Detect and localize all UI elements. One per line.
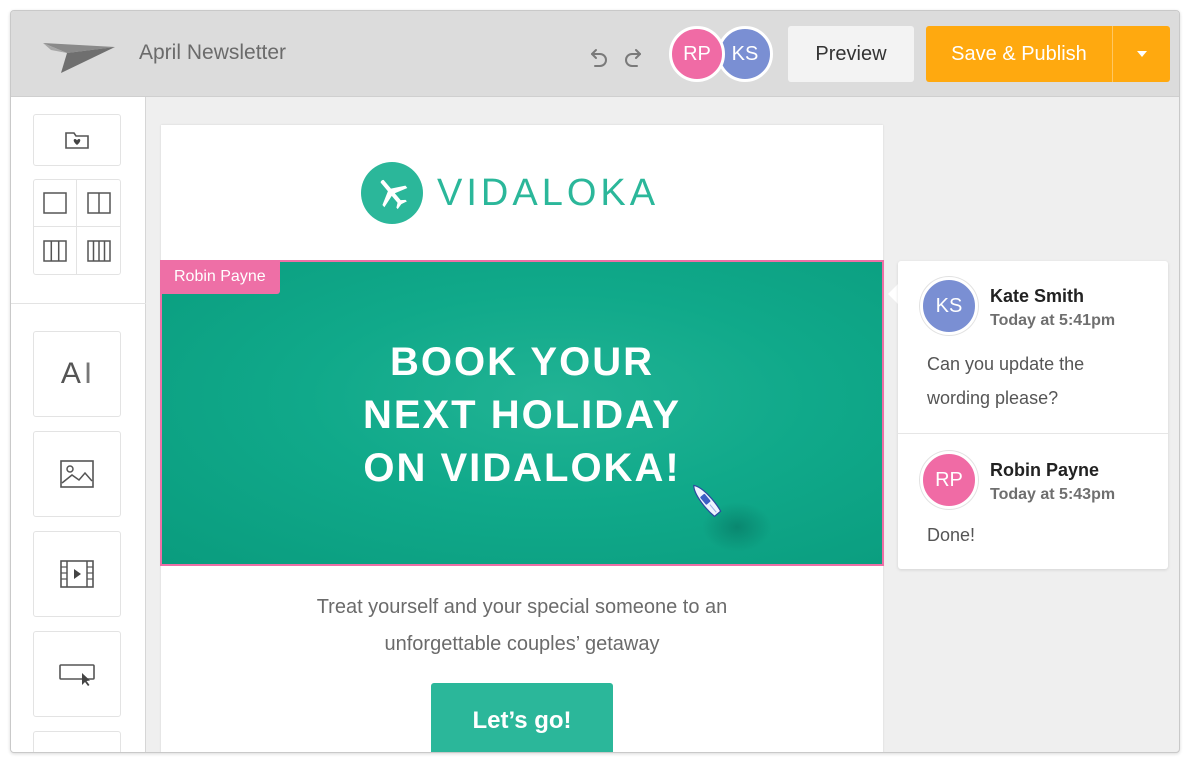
comment-text: Can you update the wording please? (927, 354, 1085, 408)
layout-picker (33, 179, 121, 275)
brand-header: VIDALOKA (361, 161, 659, 225)
saved-templates-tool[interactable] (33, 114, 121, 166)
paper-plane-logo-icon[interactable] (41, 31, 117, 75)
collaborator-avatar-ks[interactable]: KS (717, 26, 773, 82)
document-title[interactable]: April Newsletter (139, 41, 286, 65)
brand-logo[interactable] (361, 162, 423, 224)
undo-icon[interactable] (585, 45, 611, 71)
preview-button[interactable]: Preview (788, 26, 914, 82)
publish-options-button[interactable] (1112, 26, 1170, 82)
layout-4col-tool[interactable] (77, 227, 120, 274)
email-tagline[interactable]: Treat yourself and your special someone … (161, 589, 883, 663)
brand-name: VIDALOKA (437, 171, 660, 214)
layout-4col-icon (86, 239, 111, 262)
layout-3col-tool[interactable] (34, 227, 77, 274)
collaborator-avatar-rp[interactable]: RP (669, 26, 725, 82)
layout-2col-icon (86, 192, 111, 214)
layout-1col-tool[interactable] (34, 180, 77, 227)
comments-panel: KS Kate Smith Today at 5:41pm Can you up… (898, 261, 1168, 569)
text-tool-letter: A (60, 357, 82, 390)
comment-author: Kate Smith (990, 286, 1085, 306)
comment-item[interactable]: RP Robin Payne Today at 5:43pm Done! (898, 434, 1168, 569)
button-block-tool[interactable] (33, 631, 121, 717)
hero-banner[interactable]: Robin Payne BOOK YOUR NEXT HOLIDAY ON VI… (160, 260, 884, 566)
hero-headline[interactable]: BOOK YOUR NEXT HOLIDAY ON VIDALOKA! (162, 336, 882, 495)
comment-item[interactable]: KS Kate Smith Today at 5:41pm Can you up… (898, 261, 1168, 434)
more-block-tool[interactable] (33, 731, 121, 752)
hero-headline-line: BOOK YOUR (390, 340, 654, 384)
hero-headline-line: NEXT HOLIDAY (362, 393, 682, 437)
editing-user-tag: Robin Payne (160, 260, 280, 294)
text-cursor-icon: I (83, 357, 94, 390)
layout-3col-icon (43, 239, 67, 262)
airplane-icon (380, 179, 408, 210)
comment-avatar: KS (920, 277, 978, 335)
save-publish-button[interactable]: Save & Publish (926, 26, 1112, 82)
tagline-line: unforgettable couples’ getaway (384, 633, 660, 655)
top-bar: April Newsletter RP KS Preview Save & Pu… (11, 11, 1179, 97)
boat-illustration (693, 484, 722, 518)
layout-1col-icon (43, 192, 67, 214)
button-cursor-icon (59, 664, 95, 686)
lets-go-button[interactable]: Let’s go! (431, 683, 613, 752)
image-block-tool[interactable] (33, 431, 121, 517)
comment-timestamp: Today at 5:41pm (990, 312, 1116, 329)
redo-icon[interactable] (621, 45, 647, 71)
text-tool-label: AI (61, 357, 93, 391)
comment-timestamp: Today at 5:43pm (990, 486, 1116, 503)
comment-author: Robin Payne (990, 460, 1100, 480)
block-sidebar: AI (11, 97, 146, 752)
email-canvas: VIDALOKA Robin Payne BOOK YOUR NEXT HOLI… (160, 125, 884, 752)
video-block-tool[interactable] (33, 531, 121, 617)
video-icon (60, 560, 94, 588)
tagline-line: Treat yourself and your special someone … (316, 596, 728, 618)
caret-down-icon (1136, 51, 1147, 57)
hero-headline-line: ON VIDALOKA! (363, 446, 681, 490)
editor-window: April Newsletter RP KS Preview Save & Pu… (10, 10, 1180, 753)
sidebar-divider (11, 303, 146, 304)
text-block-tool[interactable]: AI (33, 331, 121, 417)
image-icon (60, 460, 94, 488)
comment-text: Done! (927, 525, 976, 545)
folder-heart-icon (65, 132, 89, 149)
layout-2col-tool[interactable] (77, 180, 120, 227)
comment-avatar: RP (920, 451, 978, 509)
